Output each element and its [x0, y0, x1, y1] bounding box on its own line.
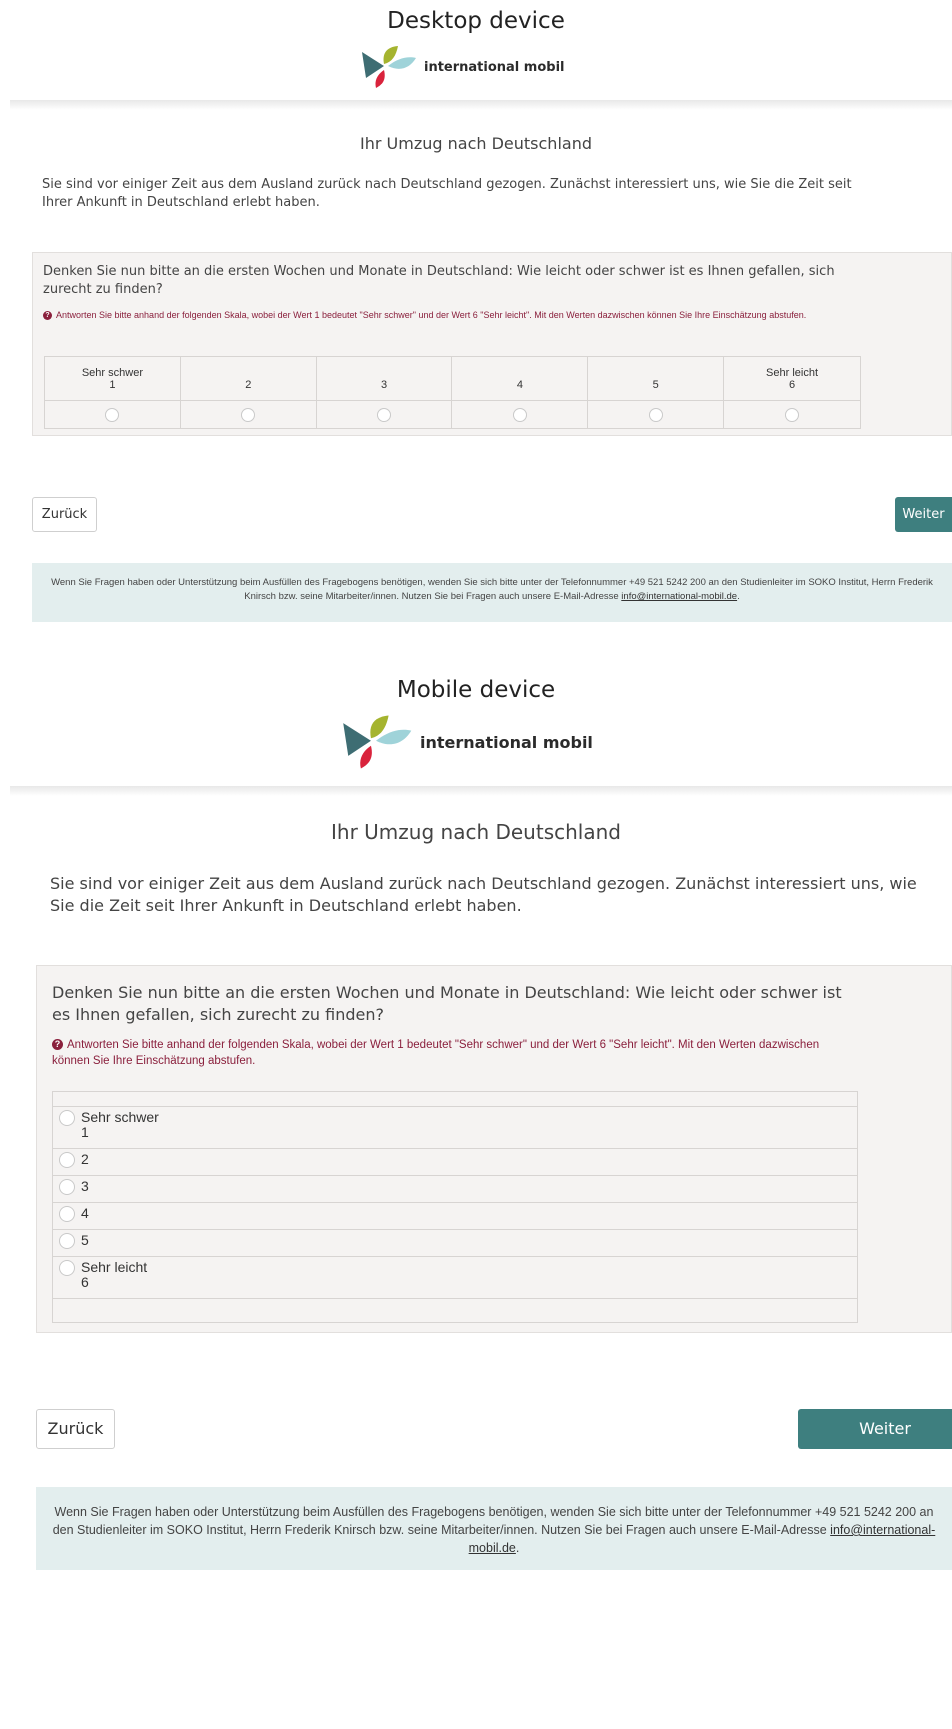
scale-header-6: Sehr leicht 6 [723, 356, 861, 401]
radio-cell-2[interactable] [179, 400, 317, 429]
hint-text: ? Antworten Sie bitte anhand der folgende… [43, 308, 873, 322]
radio-cell-1[interactable] [44, 400, 181, 429]
option-value-1: 1 [81, 1124, 89, 1140]
intro-text: Sie sind vor einiger Zeit aus dem Auslan… [42, 177, 852, 210]
brand-name: international mobil [424, 59, 565, 75]
radio-option-2[interactable] [241, 407, 256, 422]
hint-message: Antworten Sie bitte anhand der folgenden… [56, 310, 807, 320]
list-item-option-5[interactable]: 5 [53, 1229, 857, 1256]
scale-value-4: 4 [516, 378, 523, 391]
next-label: Weiter [859, 1419, 911, 1438]
scale-header-4: 4 [451, 356, 589, 401]
option-value-6: 6 [81, 1274, 89, 1290]
scale-header-3: 3 [315, 356, 453, 401]
email-link[interactable]: info@international-mobil.de [621, 591, 737, 602]
hint-message: Antworten Sie bitte anhand der folgenden… [52, 1039, 820, 1067]
brand-name: international mobil [420, 732, 593, 752]
option-text-6: Sehr leicht [81, 1259, 148, 1275]
scale-label-6: Sehr leicht [766, 366, 819, 379]
hint-text-mobile: ? Antworten Sie bitte anhand der folgende… [52, 1037, 842, 1069]
logo-mark-icon [343, 715, 412, 769]
option-label-1: Sehr schwer 1 [81, 1107, 159, 1140]
scale-value-2: 2 [245, 378, 252, 391]
footer-text: Wenn Sie Fragen haben oder Unterstützung… [52, 1505, 934, 1537]
footer-end: . [515, 1541, 520, 1555]
list-item-option-3[interactable]: 3 [53, 1175, 857, 1202]
question-panel-mobile: Denken Sie nun bitte an die ersten Woche… [36, 965, 952, 1333]
scale-label-1: Sehr schwer [81, 366, 143, 379]
option-value-5: 5 [81, 1232, 89, 1248]
header-divider [10, 100, 952, 110]
option-value-3: 3 [81, 1178, 89, 1194]
scale-value-5: 5 [652, 378, 659, 391]
back-button-mobile[interactable]: Zurück [36, 1409, 115, 1449]
option-list-footer [53, 1298, 857, 1323]
radio-option-1[interactable] [59, 1110, 75, 1126]
desktop-device-label: Desktop device [387, 8, 565, 34]
radio-option-5[interactable] [59, 1233, 75, 1249]
next-button[interactable]: Weiter [895, 497, 952, 532]
option-list: Sehr schwer 1 2 3 4 5 Sehr leicht 6 [52, 1091, 858, 1323]
option-label-6: Sehr leicht 6 [81, 1257, 147, 1290]
help-icon: ? [52, 1039, 63, 1050]
radio-option-5[interactable] [648, 407, 663, 422]
help-footer: Wenn Sie Fragen haben oder Unterstützung… [32, 563, 952, 622]
scale-value-3: 3 [381, 378, 388, 391]
intro-text-mobile: Sie sind vor einiger Zeit aus dem Auslan… [50, 874, 917, 915]
radio-option-4[interactable] [512, 407, 527, 422]
next-button-mobile[interactable]: Weiter [798, 1409, 952, 1449]
footer-end: . [737, 591, 740, 602]
question-text-mobile: Denken Sie nun bitte an die ersten Woche… [52, 983, 842, 1024]
list-item-option-2[interactable]: 2 [53, 1148, 857, 1175]
scale-value-6: 6 [788, 378, 796, 391]
rating-scale-table: Sehr schwer 1 2 3 4 5 Sehr leicht 6 [44, 356, 861, 429]
header-divider-mobile [10, 786, 952, 796]
option-value-2: 2 [81, 1151, 89, 1167]
radio-cell-6[interactable] [723, 400, 861, 429]
brand-logo-mobile: international mobil [340, 713, 593, 771]
brand-logo: international mobil [360, 44, 565, 90]
scale-header-2: 2 [179, 356, 317, 401]
scale-header-1: Sehr schwer 1 [44, 356, 181, 401]
question-text: Denken Sie nun bitte an die ersten Woche… [43, 264, 835, 297]
radio-cell-3[interactable] [315, 400, 453, 429]
radio-option-3[interactable] [377, 407, 392, 422]
radio-option-6[interactable] [785, 407, 800, 422]
list-item-option-1[interactable]: Sehr schwer 1 [53, 1106, 857, 1148]
help-icon: ? [43, 311, 52, 320]
radio-option-1[interactable] [105, 407, 120, 422]
radio-option-3[interactable] [59, 1179, 75, 1195]
question-panel: Denken Sie nun bitte an die ersten Woche… [32, 252, 952, 436]
scale-value-1: 1 [109, 378, 116, 391]
back-button[interactable]: Zurück [32, 497, 97, 532]
list-item-option-4[interactable]: 4 [53, 1202, 857, 1229]
list-item-option-6[interactable]: Sehr leicht 6 [53, 1256, 857, 1298]
option-text-1: Sehr schwer [81, 1109, 159, 1125]
radio-option-2[interactable] [59, 1152, 75, 1168]
radio-cell-4[interactable] [451, 400, 589, 429]
scale-header-5: 5 [587, 356, 725, 401]
logo-mark-icon [362, 46, 416, 88]
page-title-mobile: Ihr Umzug nach Deutschland [331, 820, 621, 844]
footer-text: Wenn Sie Fragen haben oder Unterstützung… [51, 577, 933, 602]
option-value-4: 4 [81, 1205, 89, 1221]
page-title: Ihr Umzug nach Deutschland [360, 134, 592, 153]
radio-option-6[interactable] [59, 1260, 75, 1276]
help-footer-mobile: Wenn Sie Fragen haben oder Unterstützung… [36, 1487, 952, 1570]
radio-option-4[interactable] [59, 1206, 75, 1222]
mobile-device-label: Mobile device [396, 677, 556, 703]
radio-cell-5[interactable] [587, 400, 725, 429]
